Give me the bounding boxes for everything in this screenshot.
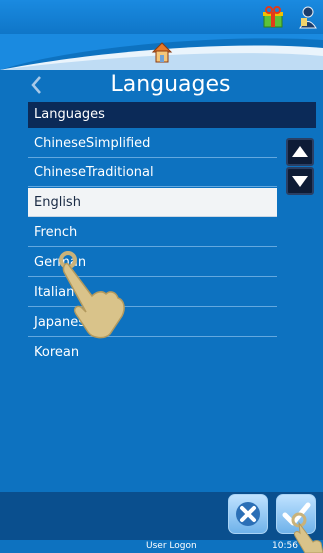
scroll-down-icon [292, 176, 308, 187]
footer-user-logon[interactable]: User Logon [146, 540, 197, 553]
list-item-korean[interactable]: Korean [28, 338, 277, 367]
gift-icon [263, 6, 283, 28]
scroll-up-icon [292, 146, 308, 157]
cancel-button[interactable] [228, 494, 268, 534]
list-item-chinesesimplified[interactable]: ChineseSimplified [28, 129, 277, 158]
page-title: Languages [110, 72, 231, 97]
touch-hand-confirm-icon [291, 512, 323, 553]
home-button[interactable] [150, 40, 174, 64]
touch-hand-icon [59, 251, 125, 339]
list-item-chinesetraditional[interactable]: ChineseTraditional [28, 158, 277, 187]
scroll-up-button[interactable] [286, 138, 314, 166]
home-icon [151, 42, 173, 63]
bottom-panel [0, 492, 323, 540]
scroll-down-button[interactable] [286, 167, 314, 195]
cancel-icon [236, 502, 260, 526]
user-icon[interactable] [298, 5, 318, 29]
list-item-english[interactable]: English [28, 188, 277, 217]
footer-bar: User Logon 10:56 [0, 540, 323, 553]
list-header: Languages [28, 102, 316, 128]
list-item-french[interactable]: French [28, 218, 277, 247]
